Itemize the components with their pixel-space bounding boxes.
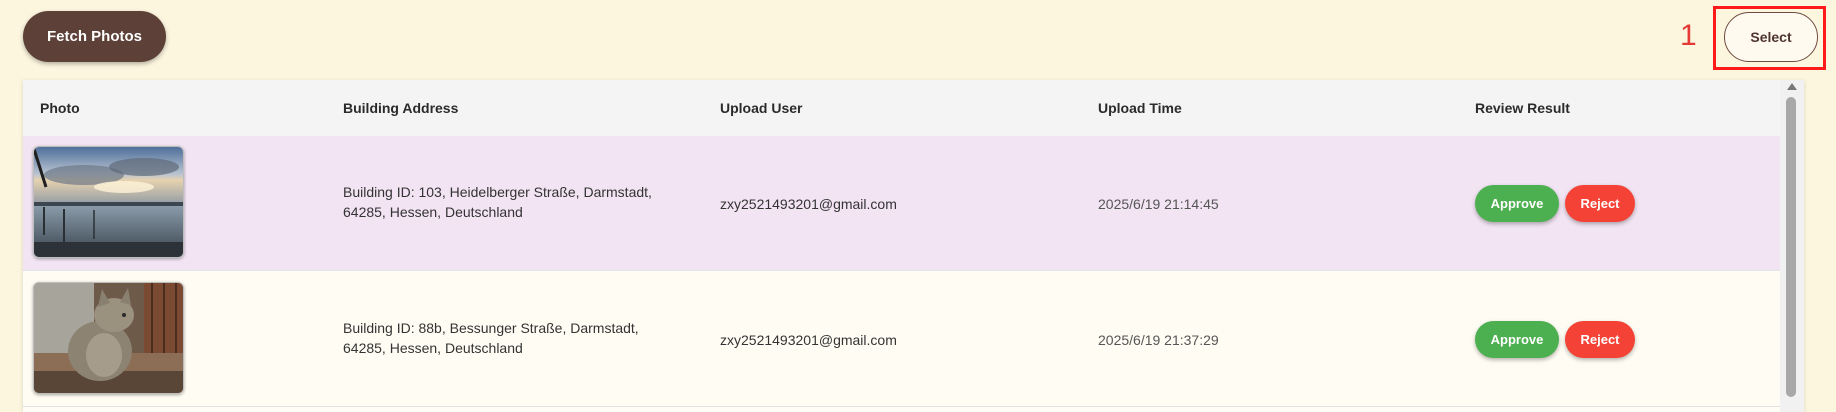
header-upload-time: Upload Time: [1098, 100, 1182, 116]
header-address: Building Address: [343, 100, 459, 116]
table-header: Photo Building Address Upload User Uploa…: [23, 80, 1804, 137]
upload-time: 2025/6/19 21:14:45: [1098, 195, 1219, 212]
select-button[interactable]: Select: [1724, 12, 1818, 62]
building-address: Building ID: 103, Heidelberger Straße, D…: [343, 182, 673, 222]
address-line-1: Building ID: 103, Heidelberger Straße, D…: [343, 184, 652, 200]
scrollbar-thumb[interactable]: [1786, 97, 1796, 397]
lake-photo-icon[interactable]: [33, 146, 184, 258]
annotation-number: 1: [1680, 19, 1697, 52]
upload-user: zxy2521493201@gmail.com: [720, 331, 897, 348]
photo-review-table: Photo Building Address Upload User Uploa…: [23, 80, 1804, 412]
header-photo: Photo: [40, 100, 80, 116]
building-address: Building ID: 88b, Bessunger Straße, Darm…: [343, 318, 673, 358]
header-upload-user: Upload User: [720, 100, 803, 116]
fetch-photos-button[interactable]: Fetch Photos: [23, 11, 166, 62]
table-row: Building ID: 103, Heidelberger Straße, D…: [23, 136, 1804, 271]
table-row: Building ID: 88b, Bessunger Straße, Darm…: [23, 272, 1804, 407]
scroll-up-arrow-icon[interactable]: [1787, 83, 1797, 90]
address-line-2: 64285, Hessen, Deutschland: [343, 340, 523, 356]
address-line-1: Building ID: 88b, Bessunger Straße, Darm…: [343, 320, 639, 336]
header-review-result: Review Result: [1475, 100, 1570, 116]
approve-button[interactable]: Approve: [1475, 185, 1559, 222]
approve-button[interactable]: Approve: [1475, 321, 1559, 358]
reject-button[interactable]: Reject: [1565, 321, 1635, 358]
reject-button[interactable]: Reject: [1565, 185, 1635, 222]
upload-user: zxy2521493201@gmail.com: [720, 195, 897, 212]
vertical-scrollbar[interactable]: [1780, 80, 1804, 412]
cat-photo-icon[interactable]: [33, 282, 184, 394]
upload-time: 2025/6/19 21:37:29: [1098, 331, 1219, 348]
address-line-2: 64285, Hessen, Deutschland: [343, 204, 523, 220]
